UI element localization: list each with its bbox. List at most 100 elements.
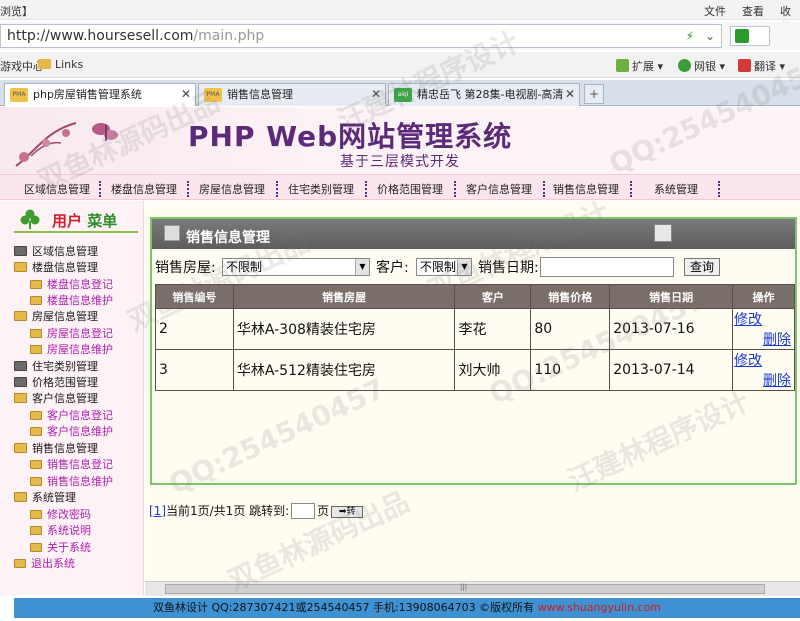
table-row: 3 华林A-512精装住宅房 刘大帅 110 2013-07-14 修改 删除 — [155, 349, 795, 391]
sidebar-item-house[interactable]: 房屋信息管理 — [14, 308, 98, 324]
page-footer: 双鱼林设计 QQ:287307421或254540457 手机:13908064… — [14, 598, 800, 618]
lightning-icon[interactable]: ⚡ — [680, 26, 700, 46]
close-icon[interactable]: ✕ — [371, 84, 381, 105]
tab-video[interactable]: aiqi 精忠岳飞 第28集-电视剧-高清 ✕ — [388, 83, 580, 106]
chevron-down-icon: ▼ — [457, 259, 471, 275]
cell-actions: 修改 删除 — [732, 349, 795, 391]
close-icon[interactable]: ✕ — [565, 84, 575, 105]
sidebar-item-customer-add[interactable]: 客户信息登记 — [30, 407, 113, 423]
sidebar-item-change-password[interactable]: 修改密码 — [30, 506, 91, 522]
menu-view[interactable]: 查看 — [742, 3, 764, 19]
page-link[interactable]: [1] — [149, 504, 166, 518]
search-engine-icon[interactable] — [730, 26, 770, 46]
edit-link[interactable]: 修改 — [734, 312, 762, 328]
cell-house: 华林A-512精装住宅房 — [232, 349, 456, 391]
nav-sales[interactable]: 销售信息管理 — [553, 181, 619, 197]
nav-house-type[interactable]: 住宅类别管理 — [288, 181, 354, 197]
sidebar: 用户 菜单 区域信息管理 楼盘信息管理 楼盘信息登记 楼盘信息维护 房屋信息管理… — [0, 201, 144, 596]
sidebar-item-building[interactable]: 楼盘信息管理 — [14, 259, 98, 275]
search-button[interactable]: 查询 — [684, 258, 720, 276]
sidebar-item-building-edit[interactable]: 楼盘信息维护 — [30, 292, 113, 308]
go-button[interactable]: ➡转 — [331, 506, 364, 518]
folder-icon — [38, 59, 51, 69]
pma-icon: PMA — [204, 88, 222, 102]
favorites-bar: 游戏中心 Links 扩展 ▾ 网银 ▾ 翻译 ▾ — [0, 52, 800, 78]
puzzle-icon — [616, 59, 629, 72]
nav-customer[interactable]: 客户信息管理 — [466, 181, 532, 197]
tab-house-sales-system[interactable]: PMA php房屋销售管理系统 ✕ — [4, 83, 196, 106]
edit-link[interactable]: 修改 — [734, 353, 762, 369]
folder-icon — [30, 543, 42, 552]
panel-header: 销售信息管理 — [152, 219, 795, 249]
folder-icon — [30, 296, 42, 305]
folder-icon — [14, 492, 27, 502]
sidebar-item-house-add[interactable]: 房屋信息登记 — [30, 325, 113, 341]
page-info: 当前1页/共1页 跳转到: — [166, 504, 290, 518]
sidebar-item-price-range[interactable]: 价格范围管理 — [14, 374, 98, 390]
tool-extensions[interactable]: 扩展 ▾ — [616, 58, 663, 74]
nav-system[interactable]: 系统管理 — [654, 181, 698, 197]
address-path: /main.php — [193, 28, 265, 44]
sales-panel: 销售信息管理 销售房屋: 不限制 ▼ 客户: 不限制 ▼ 销售日期: 查询 销售编号… — [150, 217, 797, 485]
address-host: http://www.hoursesell.com — [7, 28, 194, 44]
sidebar-heading-user: 用户 — [52, 212, 83, 230]
jump-page-input[interactable] — [291, 503, 316, 519]
panel-title: 销售信息管理 — [186, 230, 270, 246]
chevron-down-icon[interactable]: ⌄ — [700, 26, 720, 46]
nav-house[interactable]: 房屋信息管理 — [199, 181, 265, 197]
footer-link[interactable]: www.shuangyulin.com — [538, 601, 661, 614]
computer-icon — [14, 246, 27, 256]
sidebar-item-system-notes[interactable]: 系统说明 — [30, 522, 91, 538]
sidebar-item-building-add[interactable]: 楼盘信息登记 — [30, 276, 113, 292]
date-filter-label: 销售日期: — [478, 260, 539, 276]
tool-translate[interactable]: 翻译 ▾ — [738, 58, 785, 74]
date-input[interactable] — [540, 257, 674, 277]
favorite-links[interactable]: Links — [38, 58, 83, 71]
folder-icon — [30, 280, 42, 289]
menu-file[interactable]: 文件 — [704, 3, 726, 19]
table-row: 2 华林A-308精装住宅房 李花 80 2013-07-16 修改 删除 — [155, 308, 795, 350]
sidebar-item-sales-edit[interactable]: 销售信息维护 — [30, 473, 113, 489]
nav-building[interactable]: 楼盘信息管理 — [111, 181, 177, 197]
grip-icon: ||| — [460, 583, 468, 591]
sidebar-item-about[interactable]: 关于系统 — [30, 539, 91, 555]
sidebar-item-customer-edit[interactable]: 客户信息维护 — [30, 423, 113, 439]
site-banner: PHP Web网站管理系统 基于三层模式开发 — [0, 107, 800, 174]
folder-icon — [30, 345, 42, 354]
sidebar-item-logout[interactable]: 退出系统 — [14, 555, 75, 571]
house-select[interactable]: 不限制 ▼ — [222, 258, 370, 276]
cell-price: 110 — [530, 349, 611, 391]
tool-bank[interactable]: 网银 ▾ — [678, 58, 725, 74]
new-tab-button[interactable]: + — [584, 84, 604, 104]
folder-icon — [30, 427, 42, 436]
sidebar-item-region[interactable]: 区域信息管理 — [14, 243, 98, 259]
computer-icon — [14, 361, 27, 371]
print-icon[interactable] — [654, 224, 672, 242]
cell-customer: 刘大帅 — [454, 349, 532, 391]
delete-link[interactable]: 删除 — [734, 329, 793, 349]
folder-icon — [30, 329, 42, 338]
sidebar-item-customer[interactable]: 客户信息管理 — [14, 390, 98, 406]
sidebar-item-house-type[interactable]: 住宅类别管理 — [14, 358, 98, 374]
tab-sales-info[interactable]: PMA 销售信息管理 ✕ — [198, 83, 386, 106]
nav-price-range[interactable]: 价格范围管理 — [377, 181, 443, 197]
nav-region[interactable]: 区域信息管理 — [24, 181, 90, 197]
sidebar-item-house-edit[interactable]: 房屋信息维护 — [30, 341, 113, 357]
sidebar-item-sales[interactable]: 销售信息管理 — [14, 440, 98, 456]
sidebar-item-system[interactable]: 系统管理 — [14, 489, 76, 505]
delete-link[interactable]: 删除 — [734, 370, 793, 390]
address-bar[interactable]: http://www.hoursesell.com/main.php — [0, 24, 722, 48]
shield-icon — [678, 59, 691, 72]
clover-icon — [20, 209, 40, 229]
close-icon[interactable]: ✕ — [181, 84, 191, 105]
pma-icon: PMA — [10, 88, 28, 102]
sidebar-heading: 用户 菜单 — [14, 209, 144, 231]
folder-icon — [30, 411, 42, 420]
cell-sale-id: 2 — [155, 308, 234, 350]
customer-select[interactable]: 不限制 ▼ — [416, 258, 472, 276]
sales-table: 销售编号 销售房屋 客户 销售价格 销售日期 操作 2 华林A-308精装住宅房… — [155, 284, 795, 391]
computer-icon — [14, 377, 27, 387]
folder-icon — [30, 510, 42, 519]
sidebar-item-sales-add[interactable]: 销售信息登记 — [30, 456, 113, 472]
horizontal-scrollbar[interactable]: ||| — [145, 581, 800, 596]
